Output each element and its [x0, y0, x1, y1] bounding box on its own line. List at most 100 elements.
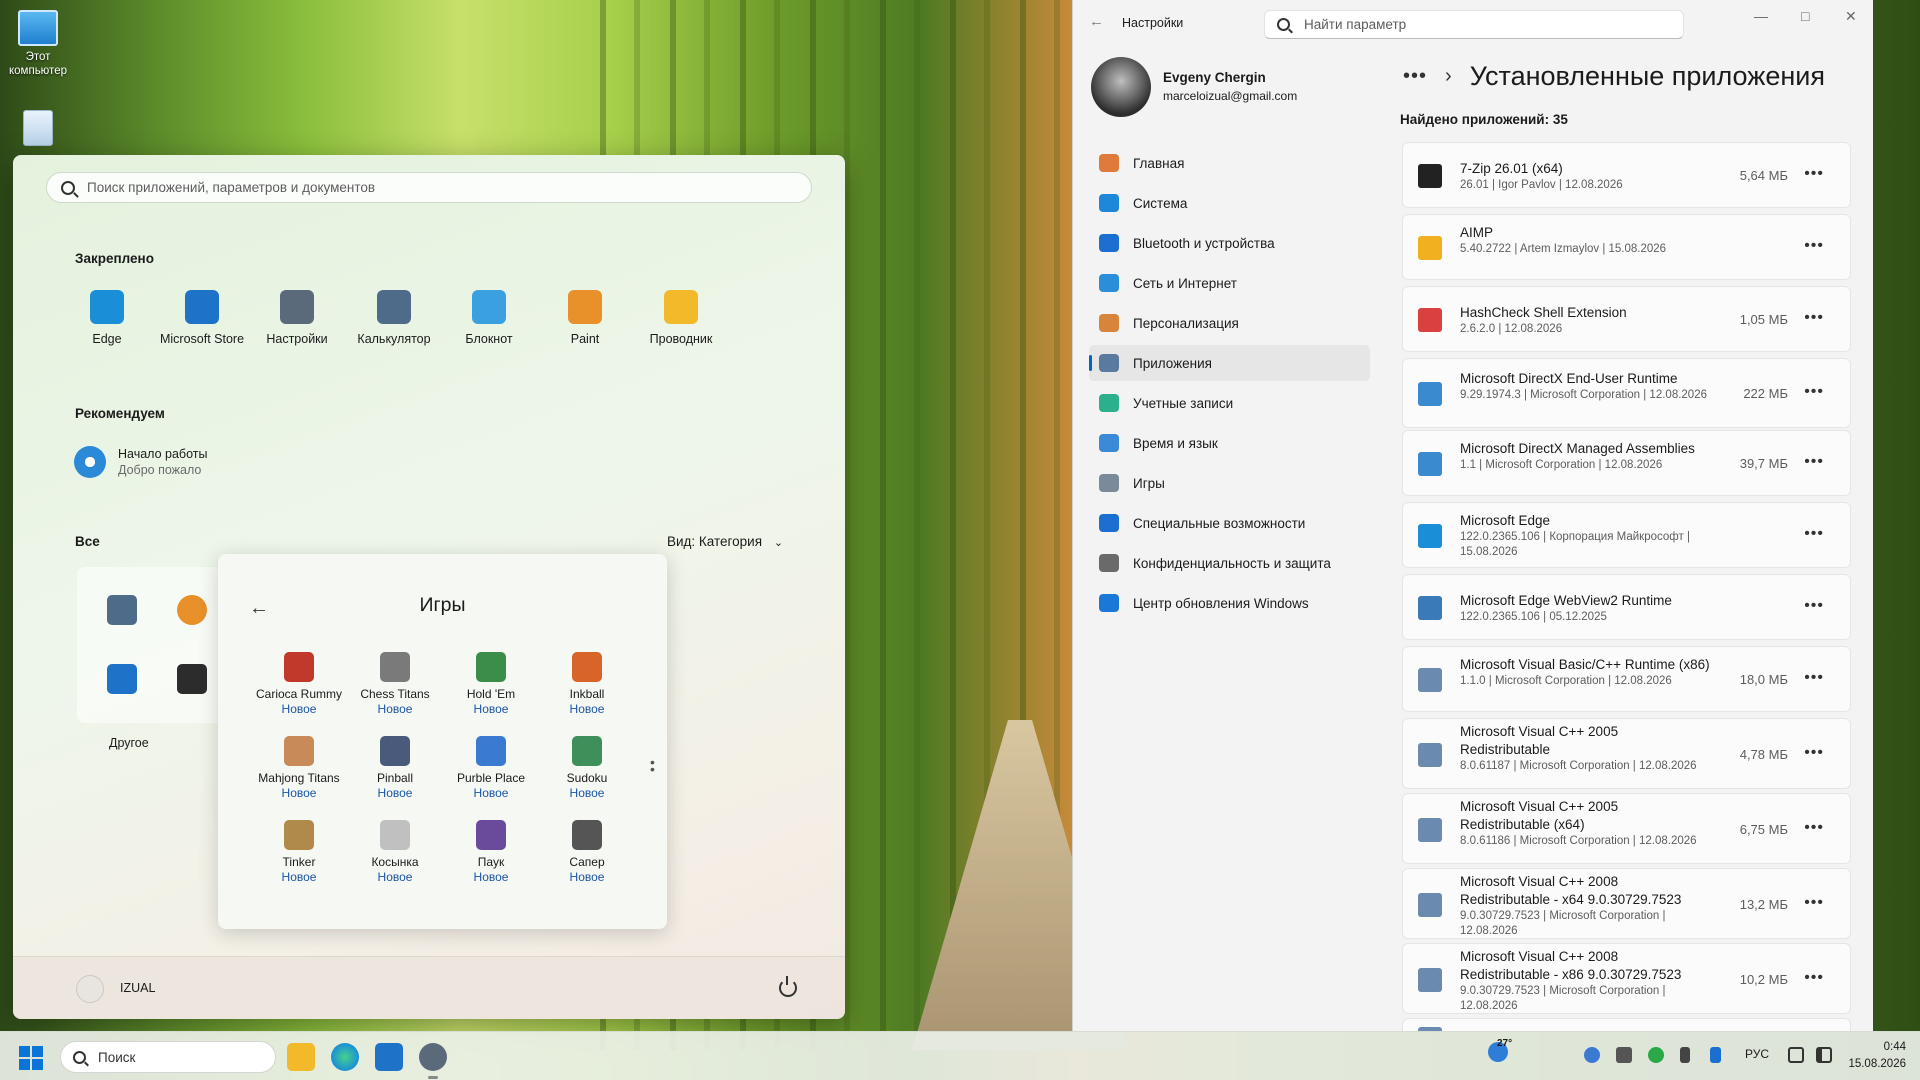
sidebar-item-time-language[interactable]: Время и язык: [1089, 425, 1370, 461]
more-options-icon[interactable]: •••: [1804, 525, 1824, 543]
pinned-item-edge[interactable]: Edge: [59, 290, 155, 346]
more-options-icon[interactable]: •••: [1804, 894, 1824, 912]
minimize-icon[interactable]: —: [1754, 8, 1768, 24]
game-item[interactable]: Carioca Rummy Новое: [251, 652, 347, 717]
taskbar-edge-icon[interactable]: [331, 1043, 359, 1071]
game-item[interactable]: Паук Новое: [443, 820, 539, 885]
app-list-item[interactable]: HashCheck Shell Extension 2.6.2.0 | 12.08…: [1402, 286, 1851, 352]
page-dots-icon[interactable]: • •: [650, 755, 655, 779]
more-icon[interactable]: •••: [1403, 65, 1427, 88]
app-list-item[interactable]: 7-Zip 26.01 (x64) 26.01 | Igor Pavlov | 1…: [1402, 142, 1851, 208]
app-list-item[interactable]: Microsoft Edge WebView2 Runtime 122.0.236…: [1402, 574, 1851, 640]
app-list-item[interactable]: Microsoft Visual C++ 2005 Redistributabl…: [1402, 718, 1851, 789]
app-name: Microsoft Visual C++ 2008 Redistributabl…: [1460, 874, 1682, 907]
more-options-icon[interactable]: •••: [1804, 383, 1824, 401]
game-item[interactable]: Sudoku Новое: [539, 736, 635, 801]
network-icon[interactable]: [1788, 1047, 1804, 1063]
app-list-item[interactable]: AIMP 5.40.2722 | Artem Izmaylov | 15.08.2…: [1402, 214, 1851, 280]
game-item[interactable]: Tinker Новое: [251, 820, 347, 885]
game-item[interactable]: Purble Place Новое: [443, 736, 539, 801]
app-list-item[interactable]: Microsoft Visual C++ 2008 Redistributabl…: [1402, 943, 1851, 1014]
close-icon[interactable]: ✕: [1845, 8, 1857, 25]
more-options-icon[interactable]: •••: [1804, 669, 1824, 687]
pinned-item-notepad[interactable]: Блокнот: [441, 290, 537, 346]
taskbar-store-icon[interactable]: [375, 1043, 403, 1071]
game-item[interactable]: Mahjong Titans Новое: [251, 736, 347, 801]
app-name: Microsoft Visual C++ 2008 Redistributabl…: [1460, 949, 1682, 982]
start-button[interactable]: [19, 1046, 43, 1070]
sidebar-item-brush[interactable]: Персонализация: [1089, 305, 1370, 341]
more-options-icon[interactable]: •••: [1804, 744, 1824, 762]
user-avatar[interactable]: [76, 975, 104, 1003]
game-label: Chess Titans: [360, 687, 430, 701]
game-item[interactable]: Chess Titans Новое: [347, 652, 443, 717]
sidebar-item-home[interactable]: Главная: [1089, 145, 1370, 181]
usb-icon[interactable]: [1680, 1047, 1690, 1063]
pinned-item-store[interactable]: Microsoft Store: [154, 290, 250, 346]
app-list-item[interactable]: Microsoft Visual C++ 2008 Redistributabl…: [1402, 868, 1851, 939]
pinned-item-folder[interactable]: Проводник: [633, 290, 729, 346]
app-meta: 2.6.2.0 | 12.08.2026: [1460, 322, 1563, 335]
language-indicator[interactable]: РУС: [1745, 1047, 1769, 1061]
taskbar-search-input[interactable]: Поиск: [60, 1041, 276, 1073]
more-options-icon[interactable]: •••: [1804, 309, 1824, 327]
new-badge: Новое: [473, 870, 509, 884]
minesweeper-icon: [572, 820, 602, 850]
network-globe-icon[interactable]: [1584, 1047, 1600, 1063]
sidebar-item-network[interactable]: Сеть и Интернет: [1089, 265, 1370, 301]
sidebar-item-system[interactable]: Система: [1089, 185, 1370, 221]
desktop-icon-recycle-bin[interactable]: [0, 110, 76, 150]
profile-card[interactable]: Evgeny Chergin marceloizual@gmail.com: [1091, 57, 1297, 117]
sidebar-item-gaming[interactable]: Игры: [1089, 465, 1370, 501]
app-list-item[interactable]: Microsoft Visual C++ 2005 Redistributabl…: [1402, 793, 1851, 864]
settings-search-input[interactable]: Найти параметр: [1264, 10, 1684, 39]
taskbar-explorer-icon[interactable]: [287, 1043, 315, 1071]
sidebar-item-update[interactable]: Центр обновления Windows: [1089, 585, 1370, 621]
view-category-dropdown[interactable]: Вид: Категория ⌄: [667, 534, 783, 549]
recommended-title: Рекомендуем: [75, 406, 165, 421]
recommended-item[interactable]: Начало работы Добро пожало: [74, 446, 207, 478]
more-options-icon[interactable]: •••: [1804, 597, 1824, 615]
game-item[interactable]: Косынка Новое: [347, 820, 443, 885]
sidebar-item-label: Специальные возможности: [1133, 515, 1306, 531]
more-options-icon[interactable]: •••: [1804, 453, 1824, 471]
game-item[interactable]: Pinball Новое: [347, 736, 443, 801]
more-options-icon[interactable]: •••: [1804, 165, 1824, 183]
more-options-icon[interactable]: •••: [1804, 819, 1824, 837]
app-size: 39,7 МБ: [1739, 456, 1788, 471]
desktop-icon-this-pc[interactable]: Этот компьютер: [0, 10, 76, 78]
app-list-item[interactable]: Microsoft Visual Basic/C++ Runtime (x86)…: [1402, 646, 1851, 712]
app-list-item[interactable]: Microsoft Edge 122.0.2365.106 | Корпораци…: [1402, 502, 1851, 568]
pinned-item-paint[interactable]: Paint: [537, 290, 633, 346]
settings-window-title: Настройки: [1122, 16, 1184, 30]
sidebar-item-bluetooth[interactable]: Bluetooth и устройства: [1089, 225, 1370, 261]
chess-icon: [380, 652, 410, 682]
volume-icon[interactable]: [1816, 1047, 1832, 1063]
pinned-item-gear[interactable]: Настройки: [249, 290, 345, 346]
more-options-icon[interactable]: •••: [1804, 969, 1824, 987]
app-list-item[interactable]: Microsoft DirectX End-User Runtime 9.29.1…: [1402, 358, 1851, 428]
game-item[interactable]: Сапер Новое: [539, 820, 635, 885]
maximize-icon[interactable]: □: [1801, 8, 1809, 24]
back-arrow-icon[interactable]: ←: [1089, 13, 1104, 30]
sidebar-item-account[interactable]: Учетные записи: [1089, 385, 1370, 421]
start-search-input[interactable]: Поиск приложений, параметров и документо…: [46, 172, 812, 203]
security-icon[interactable]: [1648, 1047, 1664, 1063]
sidebar-item-apps[interactable]: Приложения: [1089, 345, 1370, 381]
sidebar-item-accessibility[interactable]: Специальные возможности: [1089, 505, 1370, 541]
sidebar-item-shield[interactable]: Конфиденциальность и защита: [1089, 545, 1370, 581]
clock[interactable]: 0:44 15.08.2026: [1848, 1039, 1906, 1073]
taskbar-settings-icon[interactable]: [419, 1043, 447, 1079]
game-item[interactable]: Inkball Новое: [539, 652, 635, 717]
game-item[interactable]: Hold 'Em Новое: [443, 652, 539, 717]
app-list-item[interactable]: Microsoft Visual C++ 2010 x64: [1402, 1018, 1851, 1031]
app-list-item[interactable]: Microsoft DirectX Managed Assemblies 1.1 …: [1402, 430, 1851, 496]
more-options-icon[interactable]: •••: [1804, 237, 1824, 255]
user-name[interactable]: IZUAL: [120, 981, 155, 995]
accessibility-icon: [1099, 514, 1119, 532]
power-icon[interactable]: [779, 976, 797, 997]
bluetooth-icon[interactable]: [1710, 1047, 1721, 1063]
app-meta: 122.0.2365.106 | Корпорация Майкрософт |…: [1460, 531, 1690, 558]
pinned-item-calculator[interactable]: Калькулятор: [346, 290, 442, 346]
keyboard-icon[interactable]: [1616, 1047, 1632, 1063]
